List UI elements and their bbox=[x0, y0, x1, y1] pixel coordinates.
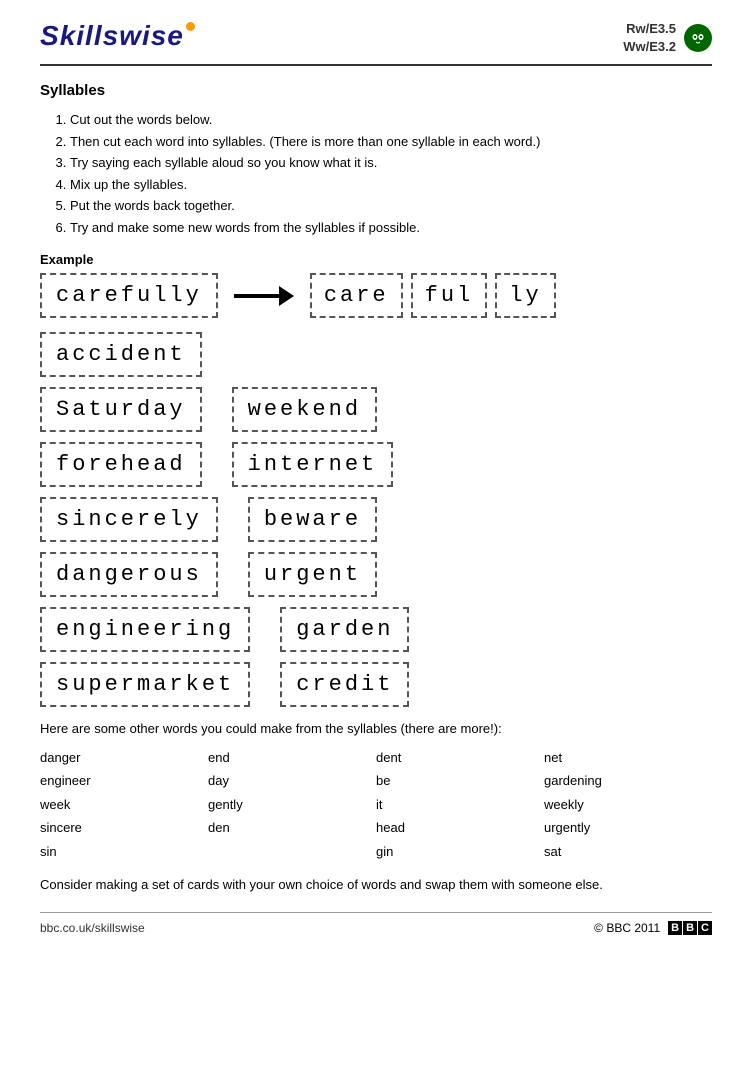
instruction-item-5: Put the words back together. bbox=[70, 195, 712, 216]
code2: Ww/E3.2 bbox=[623, 38, 676, 56]
page-title: Syllables bbox=[40, 82, 712, 99]
word-card-right-3: beware bbox=[248, 497, 377, 542]
word-row-5: engineering garden bbox=[40, 607, 712, 652]
word-col-2-item-1: day bbox=[208, 769, 376, 792]
word-row-6: supermarket credit bbox=[40, 662, 712, 707]
logo-text: Skillswise bbox=[40, 20, 195, 52]
word-col-3: dentbeitheadgin bbox=[376, 746, 544, 863]
word-col-1-item-1: engineer bbox=[40, 769, 208, 792]
word-row-3: sincerely beware bbox=[40, 497, 712, 542]
word-card-right-4: urgent bbox=[248, 552, 377, 597]
header-right: Rw/E3.5 Ww/E3.2 bbox=[623, 20, 712, 56]
bbc-logo: B B C bbox=[668, 921, 712, 935]
word-col-3-item-4: gin bbox=[376, 840, 544, 863]
word-col-4-item-2: weekly bbox=[544, 793, 712, 816]
word-col-4-item-1: gardening bbox=[544, 769, 712, 792]
example-part-2: ful bbox=[411, 273, 488, 318]
word-card-right-6: credit bbox=[280, 662, 409, 707]
instructions-list: Cut out the words below.Then cut each wo… bbox=[60, 109, 712, 238]
word-card-right-5: garden bbox=[280, 607, 409, 652]
word-col-3-item-3: head bbox=[376, 816, 544, 839]
word-col-3-item-0: dent bbox=[376, 746, 544, 769]
word-row-2: forehead internet bbox=[40, 442, 712, 487]
footer-copyright: © BBC 2011 bbox=[594, 921, 660, 935]
word-col-2: enddaygentlyden bbox=[208, 746, 376, 863]
word-card-left-5: engineering bbox=[40, 607, 250, 652]
example-part-3: ly bbox=[495, 273, 555, 318]
word-columns: dangerengineerweeksinceresin enddaygentl… bbox=[40, 746, 712, 863]
word-col-1-item-2: week bbox=[40, 793, 208, 816]
word-card-left-0: accident bbox=[40, 332, 202, 377]
consider-text: Consider making a set of cards with your… bbox=[40, 877, 712, 892]
bbc-c: C bbox=[698, 921, 712, 935]
word-card-left-2: forehead bbox=[40, 442, 202, 487]
word-col-1-item-3: sincere bbox=[40, 816, 208, 839]
footer-url: bbc.co.uk/skillswise bbox=[40, 921, 145, 935]
example-part-1: care bbox=[310, 273, 403, 318]
word-row-1: Saturday weekend bbox=[40, 387, 712, 432]
word-col-4-item-4: sat bbox=[544, 840, 712, 863]
bbc-owl-icon bbox=[684, 24, 712, 52]
word-card-right-1: weekend bbox=[232, 387, 377, 432]
arrow-icon bbox=[234, 281, 294, 311]
word-col-4: netgardeningweeklyurgentlysat bbox=[544, 746, 712, 863]
page: Skillswise Rw/E3.5 Ww/E3.2 Syllables bbox=[0, 0, 752, 1065]
footer: bbc.co.uk/skillswise © BBC 2011 B B C bbox=[40, 912, 712, 935]
instruction-item-6: Try and make some new words from the syl… bbox=[70, 217, 712, 238]
example-label: Example bbox=[40, 252, 712, 267]
instruction-item-2: Then cut each word into syllables. (Ther… bbox=[70, 131, 712, 152]
example-row: carefully care ful ly bbox=[40, 273, 712, 318]
word-col-1-item-4: sin bbox=[40, 840, 208, 863]
instruction-item-1: Cut out the words below. bbox=[70, 109, 712, 130]
instruction-item-3: Try saying each syllable aloud so you kn… bbox=[70, 152, 712, 173]
word-row-0: accident bbox=[40, 332, 712, 377]
word-col-2-item-3: den bbox=[208, 816, 376, 839]
word-col-2-item-2: gently bbox=[208, 793, 376, 816]
word-col-2-item-0: end bbox=[208, 746, 376, 769]
instruction-item-4: Mix up the syllables. bbox=[70, 174, 712, 195]
bbc-b2: B bbox=[683, 921, 697, 935]
note-text: Here are some other words you could make… bbox=[40, 721, 712, 736]
instructions: Cut out the words below.Then cut each wo… bbox=[60, 109, 712, 238]
word-col-4-item-3: urgently bbox=[544, 816, 712, 839]
word-card-left-6: supermarket bbox=[40, 662, 250, 707]
word-col-4-item-0: net bbox=[544, 746, 712, 769]
word-card-right-2: internet bbox=[232, 442, 394, 487]
word-col-3-item-1: be bbox=[376, 769, 544, 792]
word-card-left-1: Saturday bbox=[40, 387, 202, 432]
code-badge: Rw/E3.5 Ww/E3.2 bbox=[623, 20, 676, 56]
logo-area: Skillswise bbox=[40, 20, 195, 52]
word-col-1: dangerengineerweeksinceresin bbox=[40, 746, 208, 863]
word-card-left-4: dangerous bbox=[40, 552, 218, 597]
example-word-card: carefully bbox=[40, 273, 218, 318]
header: Skillswise Rw/E3.5 Ww/E3.2 bbox=[40, 20, 712, 66]
word-card-left-3: sincerely bbox=[40, 497, 218, 542]
word-col-1-item-0: danger bbox=[40, 746, 208, 769]
code1: Rw/E3.5 bbox=[623, 20, 676, 38]
bbc-b1: B bbox=[668, 921, 682, 935]
words-grid: accident Saturday weekend forehead internet s… bbox=[40, 332, 712, 707]
footer-right: © BBC 2011 B B C bbox=[594, 921, 712, 935]
logo-dot bbox=[186, 22, 195, 31]
word-row-4: dangerous urgent bbox=[40, 552, 712, 597]
word-col-3-item-2: it bbox=[376, 793, 544, 816]
